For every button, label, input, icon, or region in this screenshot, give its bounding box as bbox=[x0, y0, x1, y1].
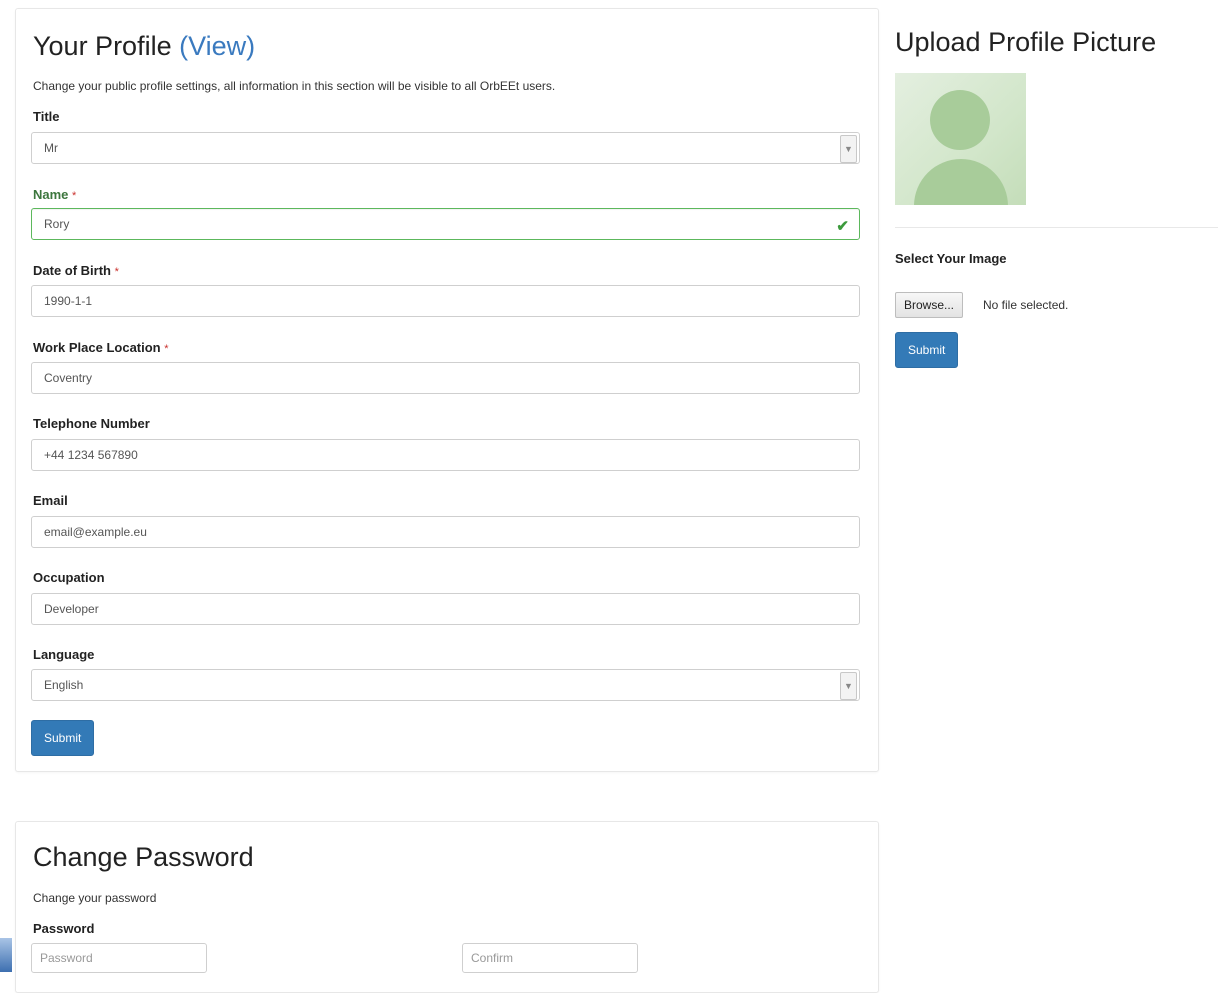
name-input[interactable]: Rory ✔ bbox=[31, 208, 860, 240]
avatar-body bbox=[914, 159, 1008, 205]
confirm-placeholder: Confirm bbox=[471, 951, 514, 965]
dob-input[interactable]: 1990-1-1 bbox=[31, 285, 860, 317]
password-panel: Change Password Change your password Pas… bbox=[15, 821, 879, 993]
workplace-input-value: Coventry bbox=[44, 371, 93, 385]
profile-submit-button[interactable]: Submit bbox=[31, 720, 95, 756]
password-title: Change Password bbox=[33, 842, 254, 872]
select-image-label: Select Your Image bbox=[895, 251, 1007, 266]
profile-title: Your Profile bbox=[33, 31, 172, 61]
chevron-down-icon[interactable]: ▼ bbox=[840, 672, 857, 700]
user-avatar-icon bbox=[895, 73, 1026, 205]
required-marker: * bbox=[72, 190, 77, 202]
email-input-value: email@example.eu bbox=[44, 525, 147, 539]
title-select-value: Mr bbox=[44, 141, 58, 155]
password-input[interactable]: Password bbox=[31, 943, 207, 973]
workplace-label: Work Place Location * bbox=[33, 340, 169, 355]
required-marker: * bbox=[114, 266, 119, 278]
language-select[interactable]: English ▼ bbox=[31, 669, 860, 701]
language-select-value: English bbox=[44, 678, 84, 692]
email-input[interactable]: email@example.eu bbox=[31, 516, 860, 548]
view-profile-link[interactable]: (View) bbox=[179, 31, 255, 61]
password-placeholder: Password bbox=[40, 951, 93, 965]
password-label: Password bbox=[33, 921, 95, 936]
title-label: Title bbox=[33, 109, 60, 124]
dob-label: Date of Birth * bbox=[33, 263, 119, 278]
profile-heading: Your Profile (View) bbox=[33, 31, 255, 62]
dob-input-value: 1990-1-1 bbox=[44, 294, 93, 308]
upload-title: Upload Profile Picture bbox=[895, 27, 1157, 57]
telephone-label: Telephone Number bbox=[33, 416, 150, 431]
profile-description: Change your public profile settings, all… bbox=[33, 79, 556, 93]
upload-submit-button[interactable]: Submit bbox=[895, 332, 959, 368]
chevron-down-icon[interactable]: ▼ bbox=[840, 135, 857, 163]
telephone-input[interactable]: +44 1234 567890 bbox=[31, 439, 860, 471]
occupation-input-value: Developer bbox=[44, 602, 99, 616]
browse-button[interactable]: Browse... bbox=[895, 292, 964, 318]
title-select[interactable]: Mr ▼ bbox=[31, 132, 860, 164]
workplace-input[interactable]: Coventry bbox=[31, 362, 860, 394]
check-icon: ✔ bbox=[836, 218, 849, 235]
email-label: Email bbox=[33, 493, 68, 508]
language-label: Language bbox=[33, 647, 95, 662]
name-input-value: Rory bbox=[44, 217, 70, 231]
avatar-head bbox=[930, 90, 990, 150]
required-marker: * bbox=[164, 343, 169, 355]
password-description: Change your password bbox=[33, 891, 157, 905]
confirm-password-input[interactable]: Confirm bbox=[462, 943, 638, 973]
occupation-label: Occupation bbox=[33, 570, 105, 585]
taskbar-edge bbox=[0, 938, 12, 972]
name-label: Name * bbox=[33, 187, 77, 202]
occupation-input[interactable]: Developer bbox=[31, 593, 860, 625]
profile-panel: Your Profile (View) Change your public p… bbox=[15, 8, 879, 772]
divider bbox=[895, 227, 1218, 228]
file-status: No file selected. bbox=[983, 298, 1069, 312]
telephone-input-value: +44 1234 567890 bbox=[44, 448, 138, 462]
